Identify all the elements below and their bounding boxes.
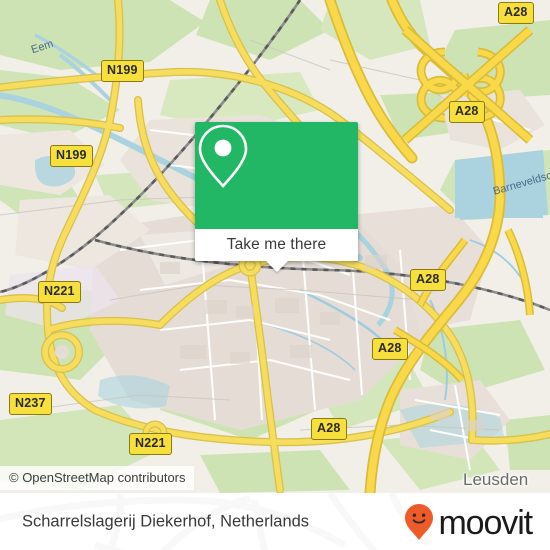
road-shield: A28	[449, 101, 485, 123]
map-pin-icon	[198, 124, 248, 188]
road-shield: A28	[410, 269, 446, 291]
map-canvas[interactable]: N199 N199 N221 N237 N221 A28 A28 A28 A28…	[0, 0, 550, 493]
screenshot-frame: N199 N199 N221 N237 N221 A28 A28 A28 A28…	[0, 0, 550, 550]
moovit-pin-smiley-icon	[405, 503, 434, 540]
moovit-wordmark: moovit	[438, 503, 533, 542]
road-shield: A28	[372, 338, 408, 360]
callout-pointer	[265, 261, 288, 272]
road-shield: N199	[50, 145, 93, 167]
road-shield: A28	[498, 2, 534, 24]
callout-header	[195, 122, 358, 229]
page-title: Scharrelslagerij Diekerhof, Netherlands	[22, 512, 310, 530]
take-me-there-button[interactable]: Take me there	[195, 229, 358, 272]
moovit-brand[interactable]: moovit	[404, 503, 533, 542]
location-callout-card[interactable]: Take me there	[195, 122, 358, 272]
osm-attribution[interactable]: © OpenStreetMap contributors	[0, 466, 194, 490]
road-shield: N221	[129, 433, 172, 455]
road-shield: N237	[9, 393, 52, 415]
footer-bar: Scharrelslagerij Diekerhof, Netherlands …	[0, 493, 550, 550]
road-shield: A28	[311, 418, 347, 440]
road-shield: N221	[38, 281, 81, 303]
road-shield: N199	[101, 60, 144, 82]
place-label-leusden: Leusden	[463, 470, 529, 489]
take-me-there-label: Take me there	[226, 236, 327, 253]
